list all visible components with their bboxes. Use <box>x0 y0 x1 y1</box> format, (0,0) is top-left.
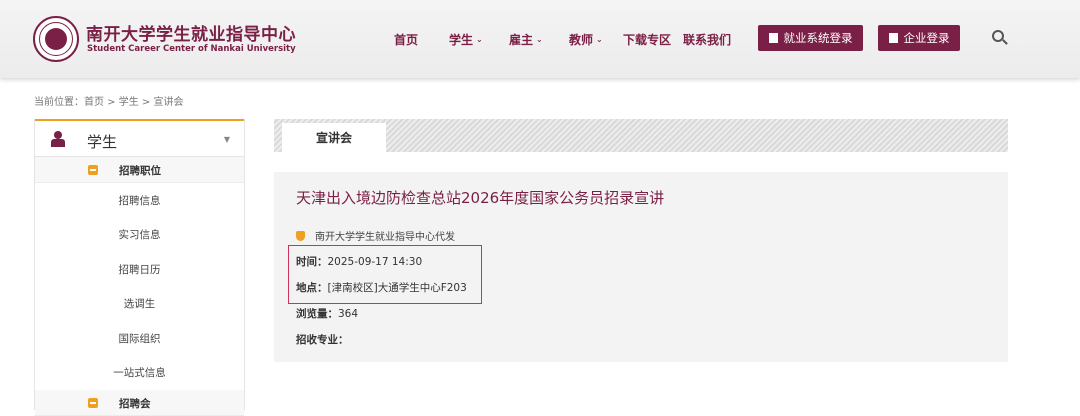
logo-subtitle: Student Career Center of Nankai Universi… <box>87 44 296 54</box>
logo-title[interactable]: 南开大学学生就业指导中心 <box>86 20 296 45</box>
sidebar-category-jobs[interactable]: 招聘职位 <box>35 157 244 183</box>
shield-check-icon <box>296 230 305 241</box>
user-icon <box>768 33 778 43</box>
sidebar-item-recruitment-info[interactable]: 招聘信息 <box>35 183 244 218</box>
breadcrumb: 当前位置：首页 > 学生 > 宣讲会 <box>34 97 184 108</box>
building-icon <box>888 33 898 43</box>
collapse-icon <box>88 165 98 175</box>
sidebar-item-one-stop-info[interactable]: 一站式信息 <box>35 356 244 391</box>
sidebar-category-job-fair[interactable]: 招聘会 <box>35 390 244 416</box>
event-title: 天津出入境边防检查总站2026年度国家公务员招录宣讲 <box>296 189 665 207</box>
site-header: 南开大学学生就业指导中心 Student Career Center of Na… <box>0 0 1080 78</box>
nav-home[interactable]: 首页 <box>394 31 418 48</box>
sidebar: 学生 ▼ 招聘职位 招聘信息 实习信息 招聘日历 选调生 国际组织 一站式信息 … <box>34 119 245 416</box>
chevron-down-icon: ⌄ <box>476 35 483 44</box>
chevron-down-icon: ⌄ <box>596 35 603 44</box>
sidebar-item-recruitment-calendar[interactable]: 招聘日历 <box>35 252 244 287</box>
event-publisher: 南开大学学生就业指导中心代发 <box>296 228 455 243</box>
company-login-button[interactable]: 企业登录 <box>878 25 960 51</box>
nav-student[interactable]: 学生 ⌄ <box>449 31 483 48</box>
nav-contact[interactable]: 联系我们 <box>683 31 731 48</box>
student-login-button[interactable]: 就业系统登录 <box>758 25 863 51</box>
sidebar-item-selected-graduates[interactable]: 选调生 <box>35 287 244 322</box>
tab-info-session[interactable]: 宣讲会 <box>282 123 386 152</box>
chevron-down-icon: ⌄ <box>536 35 543 44</box>
sidebar-header[interactable]: 学生 ▼ <box>35 119 244 157</box>
caret-down-icon: ▼ <box>223 135 230 144</box>
sidebar-item-internship-info[interactable]: 实习信息 <box>35 218 244 253</box>
nav-employer[interactable]: 雇主 ⌄ <box>509 31 543 48</box>
event-views: 浏览量：364 <box>296 308 359 320</box>
search-icon[interactable] <box>992 30 1008 46</box>
graduate-icon <box>51 131 65 147</box>
sidebar-title: 学生 <box>87 133 118 151</box>
tab-bar: 宣讲会 <box>274 119 1008 152</box>
event-majors: 招收专业： <box>296 334 349 346</box>
nav-teacher[interactable]: 教师 ⌄ <box>569 31 603 48</box>
sidebar-item-international-orgs[interactable]: 国际组织 <box>35 321 244 356</box>
collapse-icon <box>88 398 98 408</box>
highlight-box <box>288 245 482 304</box>
university-logo-icon[interactable] <box>33 16 79 62</box>
nav-downloads[interactable]: 下载专区 <box>623 31 671 48</box>
